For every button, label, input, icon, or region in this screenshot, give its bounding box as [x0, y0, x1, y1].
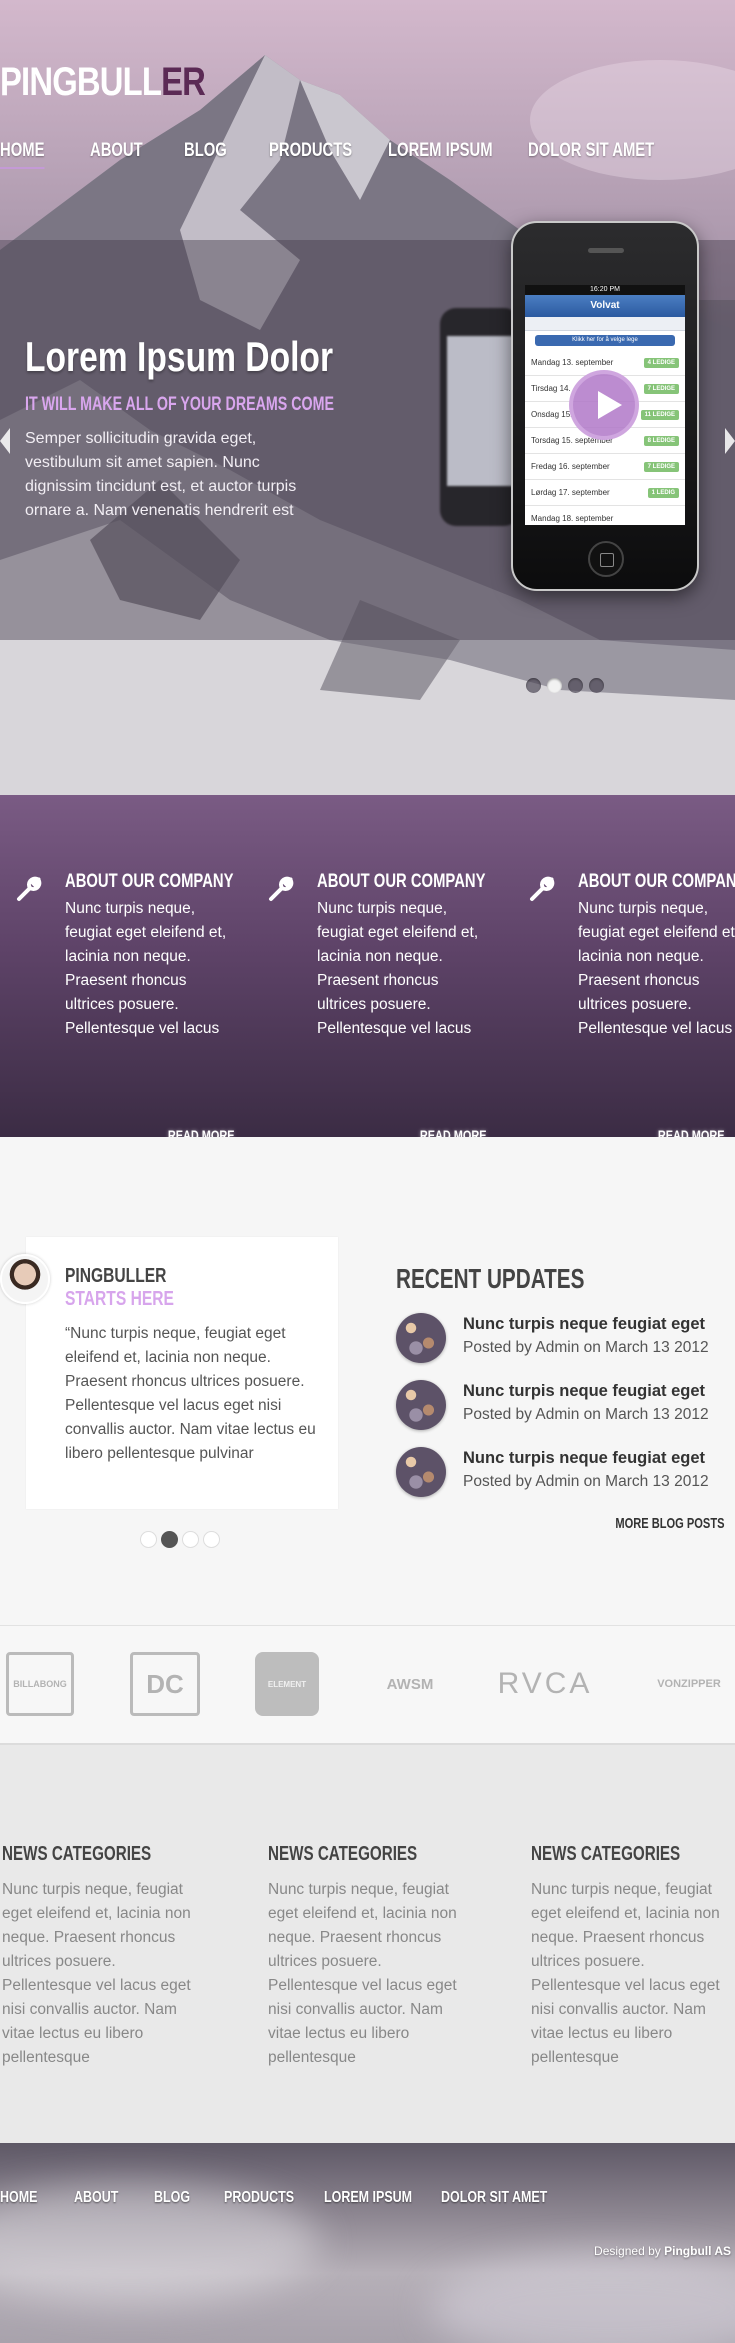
background-phone-image [440, 308, 520, 526]
news-text: Nunc turpis neque, feugiat eget eleifend… [268, 1881, 457, 2066]
feature-column: ABOUT OUR COMPANY Nunc turpis neque, feu… [269, 871, 517, 1143]
designer-credit: Designed by Pingbull AS [594, 2244, 731, 2258]
phone-pick-button: Klikk her for å velge lege [535, 335, 675, 346]
wrench-icon [530, 876, 555, 901]
phone-row: Mandag 18. september [525, 506, 685, 525]
slider-dot[interactable] [589, 678, 604, 693]
hero-section: PINGBULLER HOME ABOUT BLOG PRODUCTS LORE… [0, 0, 735, 795]
slider-dot-active[interactable] [547, 678, 562, 693]
brand-logo-element[interactable]: ELEMENT [255, 1652, 319, 1716]
more-blog-posts-link[interactable]: MORE BLOG POSTS [616, 1515, 725, 1532]
feature-column: ABOUT OUR COMPANY Nunc turpis neque, feu… [17, 871, 265, 1143]
testimonial-subtitle: STARTS HERE [65, 1288, 174, 1310]
update-item[interactable]: Nunc turpis neque feugiat eget Posted by… [396, 1313, 735, 1363]
designer-credit-link[interactable]: Pingbull AS [664, 2244, 731, 2258]
recent-updates-title: RECENT UPDATES [396, 1263, 585, 1294]
features-section: ABOUT OUR COMPANY Nunc turpis neque, feu… [0, 795, 735, 1143]
phone-app-header: Volvat [525, 295, 685, 317]
nav-item-about[interactable]: ABOUT [90, 140, 143, 162]
feature-title: ABOUT OUR COMPANY [65, 871, 234, 892]
testimonial-dot[interactable] [140, 1531, 157, 1548]
brand-logo-dc[interactable]: DC [130, 1652, 200, 1716]
footer-nav-blog[interactable]: BLOG [154, 2189, 190, 2207]
site-logo[interactable]: PINGBULLER [0, 60, 206, 105]
news-title: NEWS CATEGORIES [268, 1843, 418, 1865]
feature-title: ABOUT OUR COMPANY [578, 871, 735, 892]
news-categories-section: NEWS CATEGORIES Nunc turpis neque, feugi… [0, 1745, 735, 2143]
slider-dot[interactable] [568, 678, 583, 693]
feature-text: Nunc turpis neque, feugiat eget eleifend… [65, 900, 227, 1037]
testimonial-dot[interactable] [182, 1531, 199, 1548]
phone-speaker [588, 248, 624, 253]
testimonial-dots [140, 1531, 220, 1548]
news-text: Nunc turpis neque, feugiat eget eleifend… [2, 1881, 191, 2066]
brand-logo-billabong[interactable]: BILLABONG [6, 1652, 74, 1716]
update-thumbnail [396, 1313, 446, 1363]
testimonial-dot-active[interactable] [161, 1531, 178, 1548]
slide-subtitle: IT WILL MAKE ALL OF YOUR DREAMS COME [25, 394, 335, 415]
testimonial-dot[interactable] [203, 1531, 220, 1548]
update-title[interactable]: Nunc turpis neque feugiat eget [463, 1449, 705, 1468]
brand-logos-strip: BILLABONG DC ELEMENT AWSM RVCA VONZIPPER [0, 1625, 735, 1745]
slider-next-arrow-icon[interactable] [725, 428, 735, 454]
news-text: Nunc turpis neque, feugiat eget eleifend… [531, 1881, 720, 2066]
testimonial-name: PINGBULLER [65, 1265, 167, 1287]
update-title[interactable]: Nunc turpis neque feugiat eget [463, 1382, 705, 1401]
news-column: NEWS CATEGORIES Nunc turpis neque, feugi… [268, 1843, 468, 2070]
nav-item-dolor-sit-amet[interactable]: DOLOR SIT AMET [528, 140, 654, 162]
news-title: NEWS CATEGORIES [2, 1843, 152, 1865]
phone-tabs [525, 317, 685, 331]
nav-item-home[interactable]: HOME [0, 140, 45, 169]
update-item[interactable]: Nunc turpis neque feugiat eget Posted by… [396, 1380, 735, 1430]
news-column: NEWS CATEGORIES Nunc turpis neque, feugi… [531, 1843, 731, 2070]
nav-item-lorem-ipsum[interactable]: LOREM IPSUM [388, 140, 493, 162]
news-column: NEWS CATEGORIES Nunc turpis neque, feugi… [2, 1843, 202, 2070]
avatar [0, 1254, 50, 1304]
slider-dots [526, 678, 604, 693]
update-title[interactable]: Nunc turpis neque feugiat eget [463, 1315, 705, 1334]
phone-home-button [588, 541, 624, 577]
feature-text: Nunc turpis neque, feugiat eget eleifend… [317, 900, 479, 1037]
footer-nav-dolor-sit-amet[interactable]: DOLOR SIT AMET [441, 2189, 547, 2207]
footer-nav-lorem-ipsum[interactable]: LOREM IPSUM [324, 2189, 412, 2207]
update-meta: Posted by Admin on March 13 2012 [463, 1473, 709, 1490]
nav-item-blog[interactable]: BLOG [184, 140, 227, 162]
brand-logo-awsm[interactable]: AWSM [380, 1652, 440, 1716]
footer-nav-about[interactable]: ABOUT [74, 2189, 118, 2207]
update-item[interactable]: Nunc turpis neque feugiat eget Posted by… [396, 1447, 735, 1497]
update-thumbnail [396, 1380, 446, 1430]
footer-nav-home[interactable]: HOME [0, 2189, 37, 2207]
wrench-icon [17, 876, 42, 901]
update-thumbnail [396, 1447, 446, 1497]
brand-logo-vonzipper[interactable]: VONZIPPER [648, 1652, 730, 1716]
phone-row: Fredag 16. september 7 LEDIGE [525, 454, 685, 480]
wrench-icon [269, 876, 294, 901]
feature-text: Nunc turpis neque, feugiat eget eleifend… [578, 900, 735, 1037]
feature-title: ABOUT OUR COMPANY [317, 871, 486, 892]
slide-title: Lorem Ipsum Dolor [25, 333, 334, 380]
footer-nav-products[interactable]: PRODUCTS [224, 2189, 294, 2207]
update-meta: Posted by Admin on March 13 2012 [463, 1339, 709, 1356]
slide-text: Semper sollicitudin gravida eget, vestib… [25, 430, 297, 519]
footer-background-blur [430, 2253, 735, 2343]
slider-dot[interactable] [526, 678, 541, 693]
phone-status-bar: 16:20 PM [525, 285, 685, 295]
phone-row: Lørdag 17. september 1 LEDIG [525, 480, 685, 506]
feature-column: ABOUT OUR COMPANY Nunc turpis neque, feu… [530, 871, 735, 1143]
nav-item-products[interactable]: PRODUCTS [269, 140, 352, 162]
play-video-icon[interactable] [569, 370, 639, 440]
slider-prev-arrow-icon[interactable] [0, 428, 10, 454]
testimonial-updates-section: PINGBULLER STARTS HERE “Nunc turpis nequ… [0, 1137, 735, 1625]
testimonial-quote: “Nunc turpis neque, feugiat eget eleifen… [65, 1325, 316, 1462]
update-meta: Posted by Admin on March 13 2012 [463, 1406, 709, 1423]
footer: HOME ABOUT BLOG PRODUCTS LOREM IPSUM DOL… [0, 2143, 735, 2343]
news-title: NEWS CATEGORIES [531, 1843, 681, 1865]
brand-logo-rvca[interactable]: RVCA [490, 1652, 600, 1716]
